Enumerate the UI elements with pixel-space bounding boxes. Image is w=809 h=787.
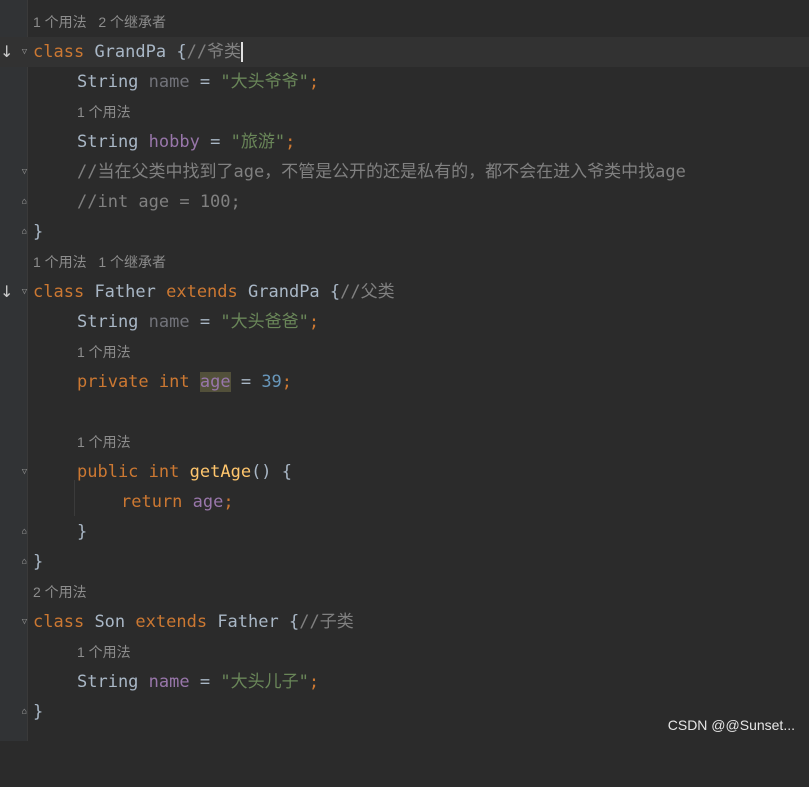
keyword: class xyxy=(33,612,85,632)
usage-hint[interactable]: 1 个用法 2 个继承者 xyxy=(33,7,166,37)
keyword: return xyxy=(121,492,183,512)
fold-icon[interactable]: ▽ xyxy=(19,47,30,58)
fold-icon[interactable]: ▽ xyxy=(19,167,30,178)
type: String xyxy=(77,132,139,152)
code-line[interactable]: private int age = 39; xyxy=(0,367,809,397)
comment: //int age = 100; xyxy=(77,192,241,212)
keyword: class xyxy=(33,42,85,62)
code-line[interactable]: ▽ class Son extends Father {//子类 xyxy=(0,607,809,637)
type: String xyxy=(77,672,139,692)
comment: //父类 xyxy=(340,282,395,302)
brace: } xyxy=(33,552,44,572)
field-name: name xyxy=(148,672,190,692)
brace: } xyxy=(33,702,44,722)
usage-hint[interactable]: 1 个用法 xyxy=(77,637,131,667)
code-line[interactable]: ⌂ } xyxy=(0,547,809,577)
brace: { xyxy=(278,612,300,632)
class-name: GrandPa xyxy=(248,282,320,302)
class-name: Son xyxy=(94,612,126,632)
code-hint-line: 2 个用法 xyxy=(0,577,809,607)
keyword: extends xyxy=(135,612,208,632)
keyword: class xyxy=(33,282,85,302)
number-literal: 39 xyxy=(261,372,282,392)
code-line[interactable]: ⌂ } xyxy=(0,517,809,547)
text-caret xyxy=(241,42,244,62)
usage-hint[interactable]: 1 个用法 xyxy=(77,97,131,127)
class-name: GrandPa xyxy=(94,42,167,62)
code-line[interactable]: return age; xyxy=(0,487,809,517)
code-line[interactable]: ⌂ } xyxy=(0,217,809,247)
class-name: Father xyxy=(217,612,279,632)
field-name: name xyxy=(148,72,190,92)
usage-hint[interactable]: 1 个用法 xyxy=(77,337,131,367)
keyword: int xyxy=(148,462,180,482)
fold-end-icon[interactable]: ⌂ xyxy=(19,527,30,538)
field-name-highlighted: age xyxy=(199,372,231,392)
comment: //子类 xyxy=(299,612,354,632)
string-literal: "旅游" xyxy=(230,132,286,152)
comment: //爷类 xyxy=(186,42,242,62)
code-hint-line: 1 个用法 xyxy=(0,97,809,127)
usage-hint[interactable]: 2 个用法 xyxy=(33,577,87,607)
code-line[interactable]: String name = "大头儿子"; xyxy=(0,667,809,697)
fold-end-icon[interactable]: ⌂ xyxy=(19,557,30,568)
type: String xyxy=(77,72,139,92)
string-literal: "大头爸爸" xyxy=(220,312,309,332)
code-line[interactable]: String name = "大头爷爷"; xyxy=(0,67,809,97)
fold-end-icon[interactable]: ⌂ xyxy=(19,707,30,718)
code-hint-line: 1 个用法 xyxy=(0,637,809,667)
field-name: hobby xyxy=(148,132,200,152)
brace: } xyxy=(33,222,44,242)
brace: { xyxy=(319,282,341,302)
class-name: Father xyxy=(94,282,156,302)
code-line[interactable]: ▽ //当在父类中找到了age，不管是公开的还是私有的，都不会在进入爷类中找ag… xyxy=(0,157,809,187)
field-name: name xyxy=(148,312,190,332)
type: String xyxy=(77,312,139,332)
code-line[interactable]: ⌂ //int age = 100; xyxy=(0,187,809,217)
keyword: extends xyxy=(166,282,238,302)
string-literal: "大头爷爷" xyxy=(220,72,309,92)
fold-icon[interactable]: ▽ xyxy=(19,617,30,628)
string-literal: "大头儿子" xyxy=(220,672,309,692)
usage-hint[interactable]: 1 个用法 xyxy=(77,427,131,457)
fold-end-icon[interactable]: ⌂ xyxy=(19,227,30,238)
code-line[interactable]: String hobby = "旅游"; xyxy=(0,127,809,157)
method-name: getAge xyxy=(189,462,252,482)
keyword: private xyxy=(77,372,149,392)
usage-hint[interactable]: 1 个用法 1 个继承者 xyxy=(33,247,166,277)
code-hint-line: 1 个用法 2 个继承者 xyxy=(0,7,809,37)
code-hint-line: 1 个用法 xyxy=(0,337,809,367)
override-arrow-icon[interactable]: ↓ xyxy=(0,277,13,307)
brace: } xyxy=(77,522,88,542)
keyword: int xyxy=(158,372,190,392)
code-line[interactable]: ↓ ▽ class Father extends GrandPa {//父类 xyxy=(0,277,809,307)
code-line[interactable]: ▽ public int getAge() { xyxy=(0,457,809,487)
code-hint-line: 1 个用法 1 个继承者 xyxy=(0,247,809,277)
watermark: CSDN @@Sunset... xyxy=(667,717,795,733)
fold-end-icon[interactable]: ⌂ xyxy=(19,197,30,208)
override-arrow-icon[interactable]: ↓ xyxy=(0,37,13,67)
code-hint-line: 1 个用法 xyxy=(0,427,809,457)
fold-icon[interactable]: ▽ xyxy=(19,287,30,298)
brace: { xyxy=(166,42,187,62)
code-line[interactable]: String name = "大头爸爸"; xyxy=(0,307,809,337)
code-line[interactable]: ↓ ▽ class GrandPa {//爷类 xyxy=(0,37,809,67)
keyword: public xyxy=(77,462,139,482)
fold-icon[interactable]: ▽ xyxy=(19,467,30,478)
field-name: age xyxy=(192,492,224,512)
comment: //当在父类中找到了age，不管是公开的还是私有的，都不会在进入爷类中找age xyxy=(77,162,686,182)
